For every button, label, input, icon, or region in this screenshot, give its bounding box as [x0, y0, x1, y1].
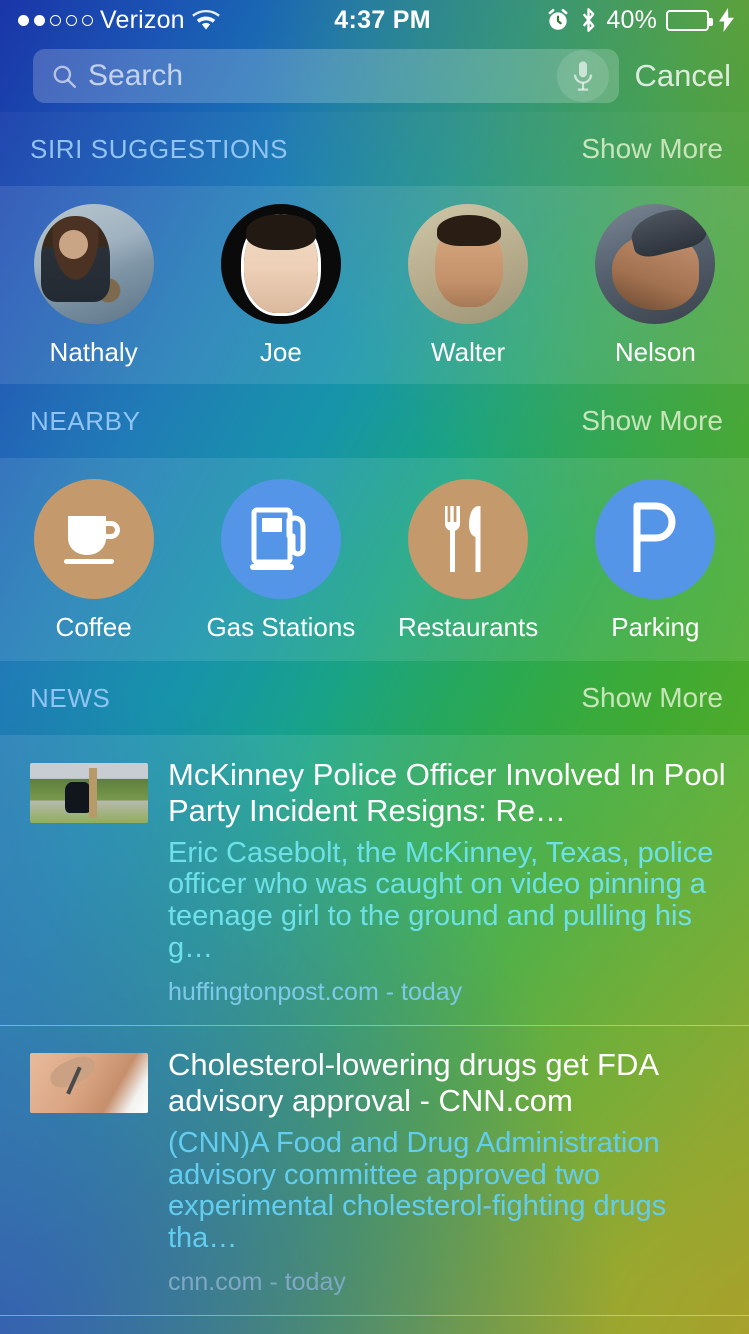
avatar: [220, 204, 341, 324]
battery-icon: [666, 9, 713, 31]
contact-tile-nelson[interactable]: Nelson: [562, 204, 749, 368]
nearby-label: Gas Stations: [206, 612, 356, 642]
news-thumbnail: [30, 763, 148, 823]
nearby-body: Coffee Gas Stations Restaurants Parking: [0, 458, 749, 661]
nearby-title: NEARBY: [30, 405, 141, 436]
news-article-text: Cholesterol-lowering drugs get FDA advis…: [168, 1047, 735, 1297]
news-article-source: huffingtonpost.com - today: [168, 978, 463, 1007]
carrier-label: Verizon: [100, 5, 185, 34]
wifi-icon: [191, 9, 220, 31]
nearby-tile-restaurants[interactable]: Restaurants: [375, 479, 562, 643]
status-bar: Verizon 4:37 PM 40%: [0, 0, 749, 40]
parking-p-icon: [595, 479, 716, 599]
news-article-title: McKinney Police Officer Involved In Pool…: [168, 757, 726, 829]
contact-name: Nathaly: [49, 337, 138, 367]
avatar: [595, 204, 716, 324]
fork-knife-icon: [408, 479, 529, 599]
contact-name: Nelson: [614, 337, 696, 367]
nearby-show-more-button[interactable]: Show More: [581, 405, 723, 437]
contact-name: Walter: [431, 337, 506, 367]
nearby-tile-row: Coffee Gas Stations Restaurants Parking: [0, 458, 749, 661]
bluetooth-icon: [580, 7, 597, 33]
news-header: NEWS Show More: [0, 661, 749, 735]
search-placeholder: Search: [88, 59, 184, 92]
news-article-row[interactable]: Jeb Bush: Unwed Mothers Should: [0, 1315, 749, 1334]
news-article-row[interactable]: Cholesterol-lowering drugs get FDA advis…: [0, 1025, 749, 1315]
avatar: [408, 204, 529, 324]
battery-percent-label: 40%: [606, 5, 657, 34]
search-input[interactable]: Search: [33, 49, 619, 103]
signal-dot-1: [18, 14, 29, 26]
nearby-label: Coffee: [55, 612, 132, 642]
nearby-header: NEARBY Show More: [0, 384, 749, 458]
contact-tile-nathaly[interactable]: Nathaly: [0, 204, 187, 368]
status-bar-right: 40%: [545, 6, 735, 35]
news-list: McKinney Police Officer Involved In Pool…: [0, 735, 749, 1334]
siri-suggestions-body: Nathaly Joe Walter Nelson: [0, 186, 749, 384]
nearby-tile-coffee[interactable]: Coffee: [0, 479, 187, 643]
alarm-clock-icon: [545, 7, 571, 33]
siri-suggestions-header: SIRI SUGGESTIONS Show More: [0, 112, 749, 186]
status-bar-left: Verizon: [18, 6, 220, 35]
signal-dot-3: [50, 14, 61, 26]
contact-tile-walter[interactable]: Walter: [375, 204, 562, 368]
contact-tile-row: Nathaly Joe Walter Nelson: [0, 186, 749, 384]
signal-dot-4: [66, 14, 77, 26]
news-article-title: Cholesterol-lowering drugs get FDA advis…: [168, 1047, 658, 1119]
status-bar-clock: 4:37 PM: [334, 5, 431, 34]
signal-dot-2: [34, 14, 45, 26]
news-article-description: (CNN)A Food and Drug Administration advi…: [168, 1126, 667, 1255]
search-icon: [51, 63, 77, 89]
news-show-more-button[interactable]: Show More: [581, 682, 723, 714]
spotlight-search-screen: Verizon 4:37 PM 40% Search Cancel SIRI S…: [0, 0, 749, 1334]
microphone-icon[interactable]: [556, 50, 609, 102]
nearby-label: Restaurants: [398, 612, 539, 642]
cancel-button[interactable]: Cancel: [631, 58, 738, 94]
lightning-bolt-icon: [718, 8, 735, 32]
news-article-description: Eric Casebolt, the McKinney, Texas, poli…: [168, 836, 714, 965]
avatar: [33, 204, 154, 324]
signal-strength-dots: [18, 14, 93, 26]
contact-name: Joe: [259, 337, 302, 367]
news-article-text: McKinney Police Officer Involved In Pool…: [168, 757, 735, 1007]
news-article-source: cnn.com - today: [168, 1268, 346, 1297]
nearby-label: Parking: [611, 612, 700, 642]
news-thumbnail: [30, 1053, 148, 1114]
contact-tile-joe[interactable]: Joe: [187, 204, 374, 368]
news-article-row[interactable]: McKinney Police Officer Involved In Pool…: [0, 735, 749, 1025]
siri-suggestions-title: SIRI SUGGESTIONS: [30, 133, 289, 164]
news-title: NEWS: [30, 682, 111, 713]
gas-pump-icon: [220, 479, 341, 599]
siri-show-more-button[interactable]: Show More: [581, 133, 723, 165]
coffee-cup-icon: [33, 479, 154, 599]
nearby-tile-parking[interactable]: Parking: [562, 479, 749, 643]
search-bar: Search Cancel: [0, 40, 749, 112]
nearby-tile-gas-stations[interactable]: Gas Stations: [187, 479, 374, 643]
signal-dot-5: [82, 14, 93, 26]
